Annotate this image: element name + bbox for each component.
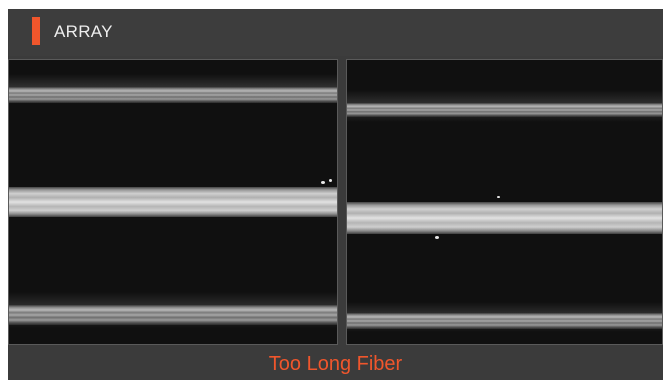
dust-speck [497,196,500,198]
dust-speck [329,179,332,182]
mode-label: ARRAY [54,22,113,41]
dust-speck [435,236,439,239]
status-bar: Too Long Fiber [8,347,663,380]
dust-speck [321,181,325,184]
fiber-camera-view-right [346,59,663,345]
fiber-camera-view-left [8,59,338,345]
lower-fiber-edge [9,305,337,325]
fiber-core [9,187,337,217]
header-bar: ARRAY [8,9,663,56]
fiber-core [347,202,662,234]
error-message: Too Long Fiber [268,353,403,375]
upper-fiber-edge [9,87,337,103]
upper-fiber-edge [347,103,662,117]
mode-marker-icon [32,17,40,45]
lower-fiber-edge [347,313,662,329]
splicer-screen: ARRAY Too Long Fiber [8,9,663,380]
